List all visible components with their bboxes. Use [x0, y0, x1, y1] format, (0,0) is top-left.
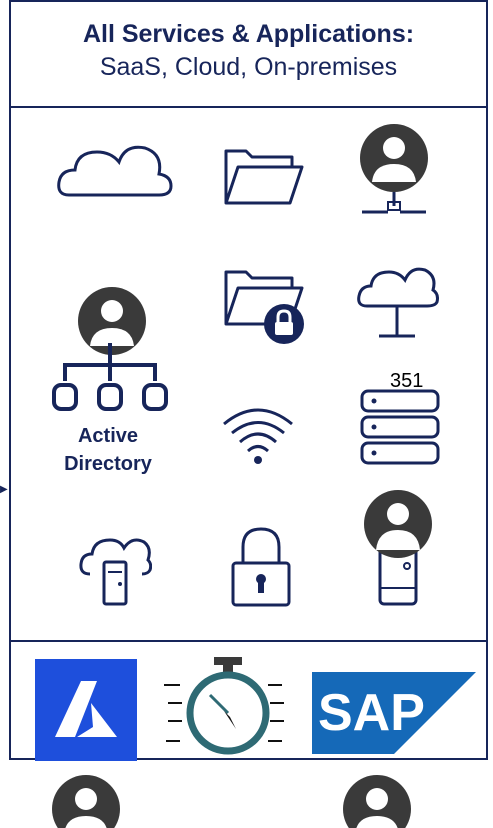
sap-logo: SAP ®	[312, 672, 476, 754]
active-directory-line2: Directory	[64, 453, 152, 475]
active-directory-line1: Active	[77, 425, 139, 447]
user-avatar-icon-bottom-right	[343, 775, 411, 828]
org-chart-icon	[52, 343, 168, 411]
locked-folder-icon	[224, 270, 304, 344]
lock-icon	[231, 527, 291, 607]
cloud-computer-icon	[79, 538, 152, 606]
panel-title: All Services & Applications:	[82, 20, 415, 48]
panel-header: All Services & Applications: SaaS, Cloud…	[11, 2, 486, 108]
arrow-right-icon: ▶	[0, 484, 8, 495]
footer-divider	[11, 640, 486, 642]
stopwatch-icon	[164, 657, 284, 755]
user-device-icon	[364, 490, 432, 606]
sap-logo-text: SAP	[318, 684, 425, 742]
panel-subtitle: SaaS, Cloud, On-premises	[99, 53, 398, 81]
cloud-server-icon	[357, 267, 439, 338]
folder-icon	[224, 149, 304, 205]
azure-logo	[35, 659, 137, 761]
wifi-icon	[223, 408, 293, 464]
user-avatar-icon-bottom-left	[52, 775, 120, 828]
network-user-icon	[360, 124, 428, 214]
active-directory-label: Active Directory	[48, 422, 168, 478]
sap-registered-mark: ®	[412, 740, 420, 751]
server-rack-icon	[360, 389, 440, 465]
cloud-icon	[57, 145, 173, 197]
